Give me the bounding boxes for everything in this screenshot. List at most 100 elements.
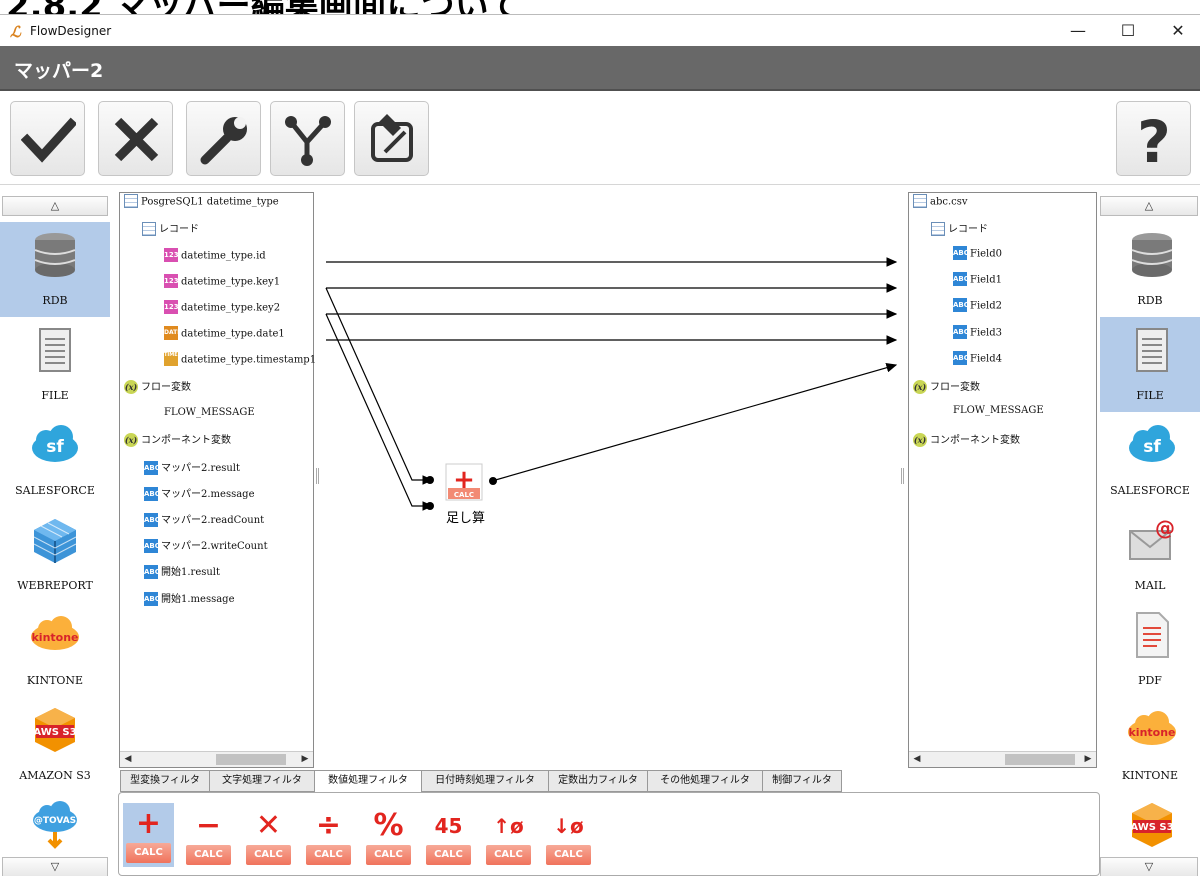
palette-item-label: WEBREPORT [17, 579, 93, 592]
palette-scroll-up-button[interactable]: △ [1100, 196, 1198, 216]
abc-type-icon: ABC [144, 591, 160, 606]
tree-node[interactable]: ABCField2 [953, 298, 1002, 321]
tree-node[interactable]: FLOW_MESSAGE [953, 405, 1044, 427]
help-button[interactable]: ? [1116, 101, 1191, 176]
subtract-filter-button[interactable]: − CALC [183, 805, 234, 865]
palette-scroll-down-button[interactable]: ▽ [1100, 857, 1198, 876]
ceil-filter-button[interactable]: ↑ø CALC [483, 805, 534, 865]
int-type-icon: 123 [164, 274, 179, 288]
tree-node[interactable]: TIME STMPdatetime_type.timestamp1 [164, 352, 316, 375]
palette-item-mail[interactable]: @ MAIL [1100, 507, 1200, 602]
output-port[interactable] [489, 477, 497, 485]
palette-item-rdb[interactable]: RDB [0, 222, 110, 317]
settings-button[interactable] [186, 101, 261, 176]
tree-node[interactable]: ABCマッパー2.readCount [144, 511, 264, 533]
palette-item-rdb[interactable]: RDB [1100, 222, 1200, 317]
scroll-left-button[interactable]: ◀ [120, 752, 136, 767]
tree-node-label: マッパー2.result [161, 463, 241, 474]
maximize-button[interactable]: ☐ [1108, 19, 1148, 43]
calc-badge: CALC [454, 491, 474, 499]
palette-item-amazon-s3[interactable]: AWS S3 AMAZON S3 [0, 697, 110, 792]
horizontal-scrollbar[interactable]: ◀ ▶ [909, 751, 1096, 767]
svg-text:kintone: kintone [1128, 726, 1175, 739]
close-button[interactable]: ✕ [1158, 19, 1198, 43]
mapping-line[interactable] [491, 363, 898, 482]
tree-node-label: レコード [948, 224, 988, 235]
tree-node[interactable]: 123 datetime_type.key2 [164, 300, 280, 323]
tree-node[interactable]: ABCField3 [953, 325, 1002, 348]
multiply-filter-button[interactable]: ✕ CALC [243, 805, 294, 865]
clear-button[interactable] [354, 101, 429, 176]
branch-button[interactable] [270, 101, 345, 176]
palette-item-pdf[interactable]: PDF [1100, 602, 1200, 697]
palette-item-webreport[interactable]: WEBREPORT [0, 507, 110, 602]
minimize-button[interactable]: — [1058, 19, 1098, 43]
palette-scroll-down-button[interactable]: ▽ [2, 857, 108, 876]
palette-item-salesforce[interactable]: sf SALESFORCE [0, 412, 110, 507]
input-port[interactable] [426, 476, 434, 484]
tree-node[interactable]: DATEdatetime_type.date1 [164, 326, 285, 349]
palette-item-file[interactable]: FILE [1100, 317, 1200, 412]
divide-filter-button[interactable]: ÷ CALC [303, 805, 354, 865]
tree-node[interactable]: (x) フロー変数 [124, 378, 191, 400]
tree-node[interactable]: 123 datetime_type.key1 [164, 274, 280, 297]
tree-node[interactable]: abc.csv [913, 194, 968, 217]
mapping-line[interactable] [325, 287, 434, 485]
timestamp-type-icon: TIME STMP [164, 352, 195, 366]
tree-node[interactable]: ABCField1 [953, 272, 1002, 295]
cancel-button[interactable] [98, 101, 173, 176]
tree-node[interactable]: PosgreSQL1 datetime_type [124, 194, 279, 217]
palette-item-file[interactable]: FILE [0, 317, 110, 412]
ok-button[interactable] [10, 101, 85, 176]
scrollbar-thumb[interactable] [216, 754, 286, 765]
source-schema-tree: PosgreSQL1 datetime_type レコード 123 datetime_… [119, 192, 316, 768]
tree-node[interactable]: FLOW_MESSAGE [164, 407, 255, 429]
multiply-filter-icon: ✕ [255, 808, 282, 843]
palette-scroll-up-button[interactable]: △ [2, 196, 108, 216]
filter-tab[interactable]: 日付時刻処理フィルタ [421, 770, 549, 792]
tree-node[interactable]: ABCField0 [953, 246, 1002, 269]
branch-icon [285, 116, 331, 166]
palette-item-label: RDB [42, 294, 68, 307]
tree-node[interactable]: ABCマッパー2.message [144, 485, 255, 507]
floor-filter-button[interactable]: ↓ø CALC [543, 805, 594, 865]
splitter-handle[interactable] [316, 468, 319, 484]
calc-add-node[interactable]: + CALC [445, 463, 483, 501]
palette-item-kintone[interactable]: kintone KINTONE [0, 602, 110, 697]
tree-node[interactable]: 123 datetime_type.id [164, 248, 266, 271]
tree-node[interactable]: ABCマッパー2.result [144, 459, 240, 481]
flowdesigner-logo-icon: ℒ [10, 23, 21, 41]
horizontal-scrollbar[interactable]: ◀ ▶ [120, 751, 313, 767]
add-filter-button[interactable]: + CALC [123, 803, 174, 867]
filter-tab[interactable]: 制御フィルタ [762, 770, 842, 792]
filter-tab[interactable]: 数値処理フィルタ [314, 770, 422, 793]
palette-item-kintone[interactable]: kintone KINTONE [1100, 697, 1200, 792]
tree-node[interactable]: (x) コンポーネント変数 [124, 431, 231, 453]
scroll-left-button[interactable]: ◀ [909, 752, 925, 767]
tree-node[interactable]: ABCField4 [953, 351, 1002, 374]
mapping-line[interactable] [325, 313, 434, 511]
scrollbar-thumb[interactable] [1005, 754, 1075, 765]
round-filter-button[interactable]: 45 CALC [423, 805, 474, 865]
filter-tab[interactable]: 定数出力フィルタ [548, 770, 648, 792]
splitter-handle[interactable] [901, 468, 904, 484]
tree-node[interactable]: (x) フロー変数 [913, 378, 980, 400]
modulo-filter-button[interactable]: % CALC [363, 805, 414, 865]
scroll-right-button[interactable]: ▶ [297, 752, 313, 767]
scroll-right-button[interactable]: ▶ [1080, 752, 1096, 767]
tree-node[interactable]: ABC開始1.message [144, 590, 235, 612]
filter-tab[interactable]: 文字処理フィルタ [209, 770, 315, 792]
window-title: FlowDesigner [30, 24, 112, 38]
input-port[interactable] [426, 502, 434, 510]
tree-node[interactable]: レコード [931, 220, 988, 242]
round-filter-icon: 45 [434, 814, 463, 838]
tree-node[interactable]: レコード [142, 220, 199, 242]
tree-node[interactable]: (x) コンポーネント変数 [913, 431, 1020, 453]
tree-node[interactable]: ABCマッパー2.writeCount [144, 537, 268, 559]
svg-text:@: @ [1155, 516, 1175, 540]
filter-tab[interactable]: 型変換フィルタ [120, 770, 210, 792]
palette-item-salesforce[interactable]: sf SALESFORCE [1100, 412, 1200, 507]
filter-tab[interactable]: その他処理フィルタ [647, 770, 763, 792]
tree-node[interactable]: ABC開始1.result [144, 563, 220, 585]
tree-node-label: 開始1.result [161, 567, 221, 578]
